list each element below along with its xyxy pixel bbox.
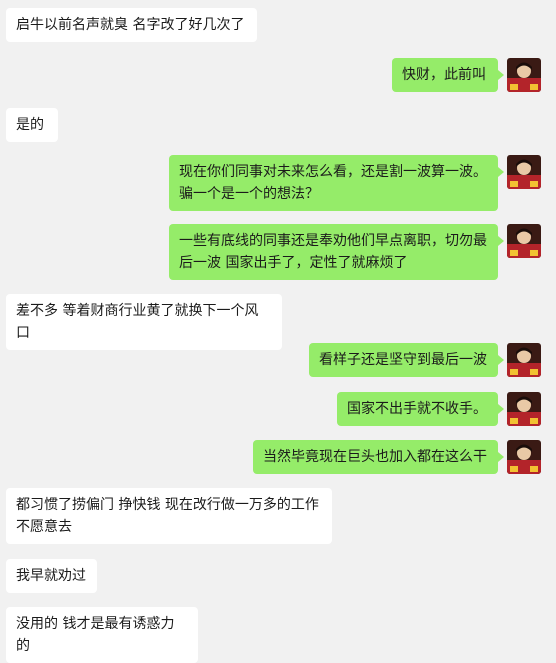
message-bubble-incoming[interactable]: 我早就劝过 (6, 559, 97, 593)
message-bubble-incoming[interactable]: 启牛以前名声就臭 名字改了好几次了 (6, 8, 257, 42)
message-bubble-outgoing[interactable]: 快财，此前叫 (392, 58, 504, 92)
user-avatar-icon[interactable] (507, 343, 541, 377)
message-bubble-incoming[interactable]: 是的 (6, 108, 58, 142)
user-avatar-icon[interactable] (507, 224, 541, 258)
message-bubble-outgoing[interactable]: 看样子还是坚守到最后一波 (309, 343, 504, 377)
message-bubble-outgoing[interactable]: 国家不出手就不收手。 (337, 392, 504, 426)
message-bubble-outgoing[interactable]: 当然毕竟现在巨头也加入都在这么干 (253, 440, 504, 474)
user-avatar-icon[interactable] (507, 440, 541, 474)
user-avatar-icon[interactable] (507, 58, 541, 92)
user-avatar-icon[interactable] (507, 155, 541, 189)
message-bubble-incoming[interactable]: 差不多 等着财商行业黄了就换下一个风口 (6, 294, 282, 350)
message-bubble-outgoing[interactable]: 一些有底线的同事还是奉劝他们早点离职，切勿最后一波 国家出手了，定性了就麻烦了 (169, 224, 504, 280)
message-bubble-incoming[interactable]: 没用的 钱才是最有诱惑力的 (6, 607, 198, 663)
message-bubble-outgoing[interactable]: 现在你们同事对未来怎么看，还是割一波算一波。骗一个是一个的想法？ (169, 155, 504, 211)
message-bubble-incoming[interactable]: 都习惯了捞偏门 挣快钱 现在改行做一万多的工作 不愿意去 (6, 488, 332, 544)
user-avatar-icon[interactable] (507, 392, 541, 426)
